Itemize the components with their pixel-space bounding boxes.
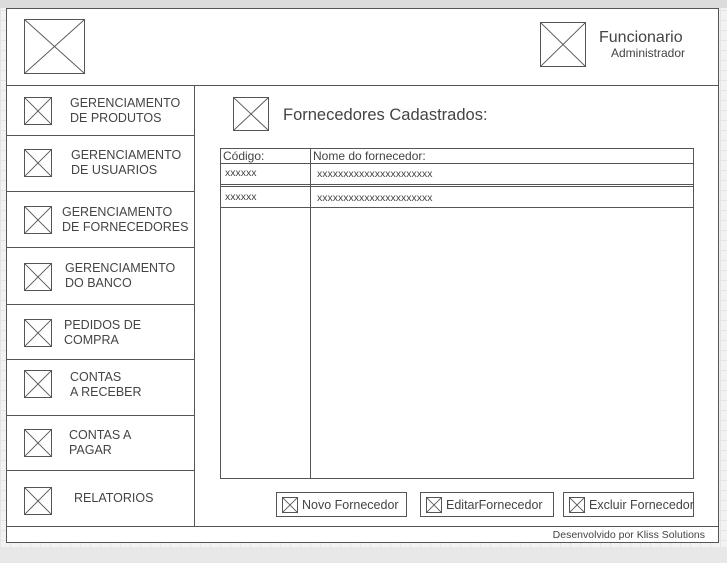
sidebar-item-label: GERENCIAMENTO DE FORNECEDORES	[62, 205, 189, 234]
sidebar-item-icon-placeholder	[24, 97, 52, 125]
button-icon-placeholder	[426, 497, 442, 513]
sidebar-item-banco[interactable]: GERENCIAMENTO DO BANCO	[7, 248, 195, 305]
footer-credit: Desenvolvido por Kliss Solutions	[552, 529, 705, 541]
section-icon-placeholder	[233, 97, 269, 131]
app-window: Funcionario Administrador GERENCIAMENTO …	[6, 8, 719, 543]
table-cell-nome: xxxxxxxxxxxxxxxxxxxxxx	[317, 168, 433, 180]
page-title: Fornecedores Cadastrados:	[283, 106, 488, 124]
sidebar-item-pedidos-compra[interactable]: PEDIDOS DE COMPRA	[7, 305, 195, 360]
delete-supplier-button-label: Excluir Fornecedor	[589, 498, 694, 512]
sidebar-item-label: PEDIDOS DE COMPRA	[64, 318, 142, 347]
sidebar-item-icon-placeholder	[24, 370, 52, 398]
sidebar-item-label: GERENCIAMENTO DE PRODUTOS	[70, 96, 181, 125]
edit-supplier-button-label: EditarFornecedor	[446, 498, 543, 512]
sidebar-item-contas-pagar[interactable]: CONTAS A PAGAR	[7, 416, 195, 471]
sidebar-item-produtos[interactable]: GERENCIAMENTO DE PRODUTOS	[7, 86, 195, 136]
column-header-codigo[interactable]: Código:	[223, 149, 264, 163]
sidebar-item-label: CONTAS A PAGAR	[69, 428, 132, 457]
suppliers-table: Código: Nome do fornecedor: xxxxxx xxxxx…	[220, 148, 694, 479]
sidebar-item-usuarios[interactable]: GERENCIAMENTO DE USUARIOS	[7, 136, 195, 192]
row-divider	[221, 186, 693, 187]
user-role: Administrador	[611, 46, 686, 60]
sidebar-item-icon-placeholder	[24, 149, 52, 177]
column-header-nome[interactable]: Nome do fornecedor:	[313, 149, 426, 163]
sidebar: GERENCIAMENTO DE PRODUTOS GERENCIAMENTO …	[7, 86, 195, 526]
sidebar-item-icon-placeholder	[24, 206, 52, 234]
sidebar-item-fornecedores[interactable]: GERENCIAMENTO DE FORNECEDORES	[7, 192, 195, 248]
new-supplier-button[interactable]: Novo Fornecedor	[276, 492, 407, 517]
sidebar-item-label: GERENCIAMENTO DO BANCO	[65, 261, 176, 290]
table-cell-nome: xxxxxxxxxxxxxxxxxxxxxx	[317, 192, 433, 204]
sidebar-item-label: RELATORIOS	[74, 491, 154, 505]
sidebar-item-label: CONTAS A RECEBER	[70, 370, 142, 399]
row-divider	[221, 163, 693, 164]
sidebar-item-icon-placeholder	[24, 429, 52, 457]
sidebar-item-relatorios[interactable]: RELATORIOS	[7, 471, 195, 526]
sidebar-item-contas-receber[interactable]: CONTAS A RECEBER	[7, 360, 195, 416]
new-supplier-button-label: Novo Fornecedor	[302, 498, 399, 512]
row-divider	[221, 184, 693, 185]
delete-supplier-button[interactable]: Excluir Fornecedor	[563, 492, 694, 517]
sidebar-item-icon-placeholder	[24, 263, 52, 291]
footer: Desenvolvido por Kliss Solutions	[7, 526, 718, 542]
user-avatar-placeholder	[540, 22, 586, 67]
button-icon-placeholder	[569, 497, 585, 513]
table-cell-codigo: xxxxxx	[225, 191, 257, 203]
logo-image-placeholder	[24, 19, 85, 74]
sidebar-item-icon-placeholder	[24, 319, 52, 347]
sidebar-item-label: GERENCIAMENTO DE USUARIOS	[71, 148, 182, 177]
edit-supplier-button[interactable]: EditarFornecedor	[420, 492, 554, 517]
canvas-bottom-strip	[0, 547, 727, 563]
button-icon-placeholder	[282, 497, 298, 513]
row-divider	[221, 207, 693, 208]
header: Funcionario Administrador	[7, 9, 718, 86]
canvas-top-strip	[0, 0, 727, 8]
column-divider	[310, 149, 311, 478]
sidebar-item-icon-placeholder	[24, 487, 52, 515]
user-name: Funcionario	[599, 29, 683, 46]
table-cell-codigo: xxxxxx	[225, 167, 257, 179]
